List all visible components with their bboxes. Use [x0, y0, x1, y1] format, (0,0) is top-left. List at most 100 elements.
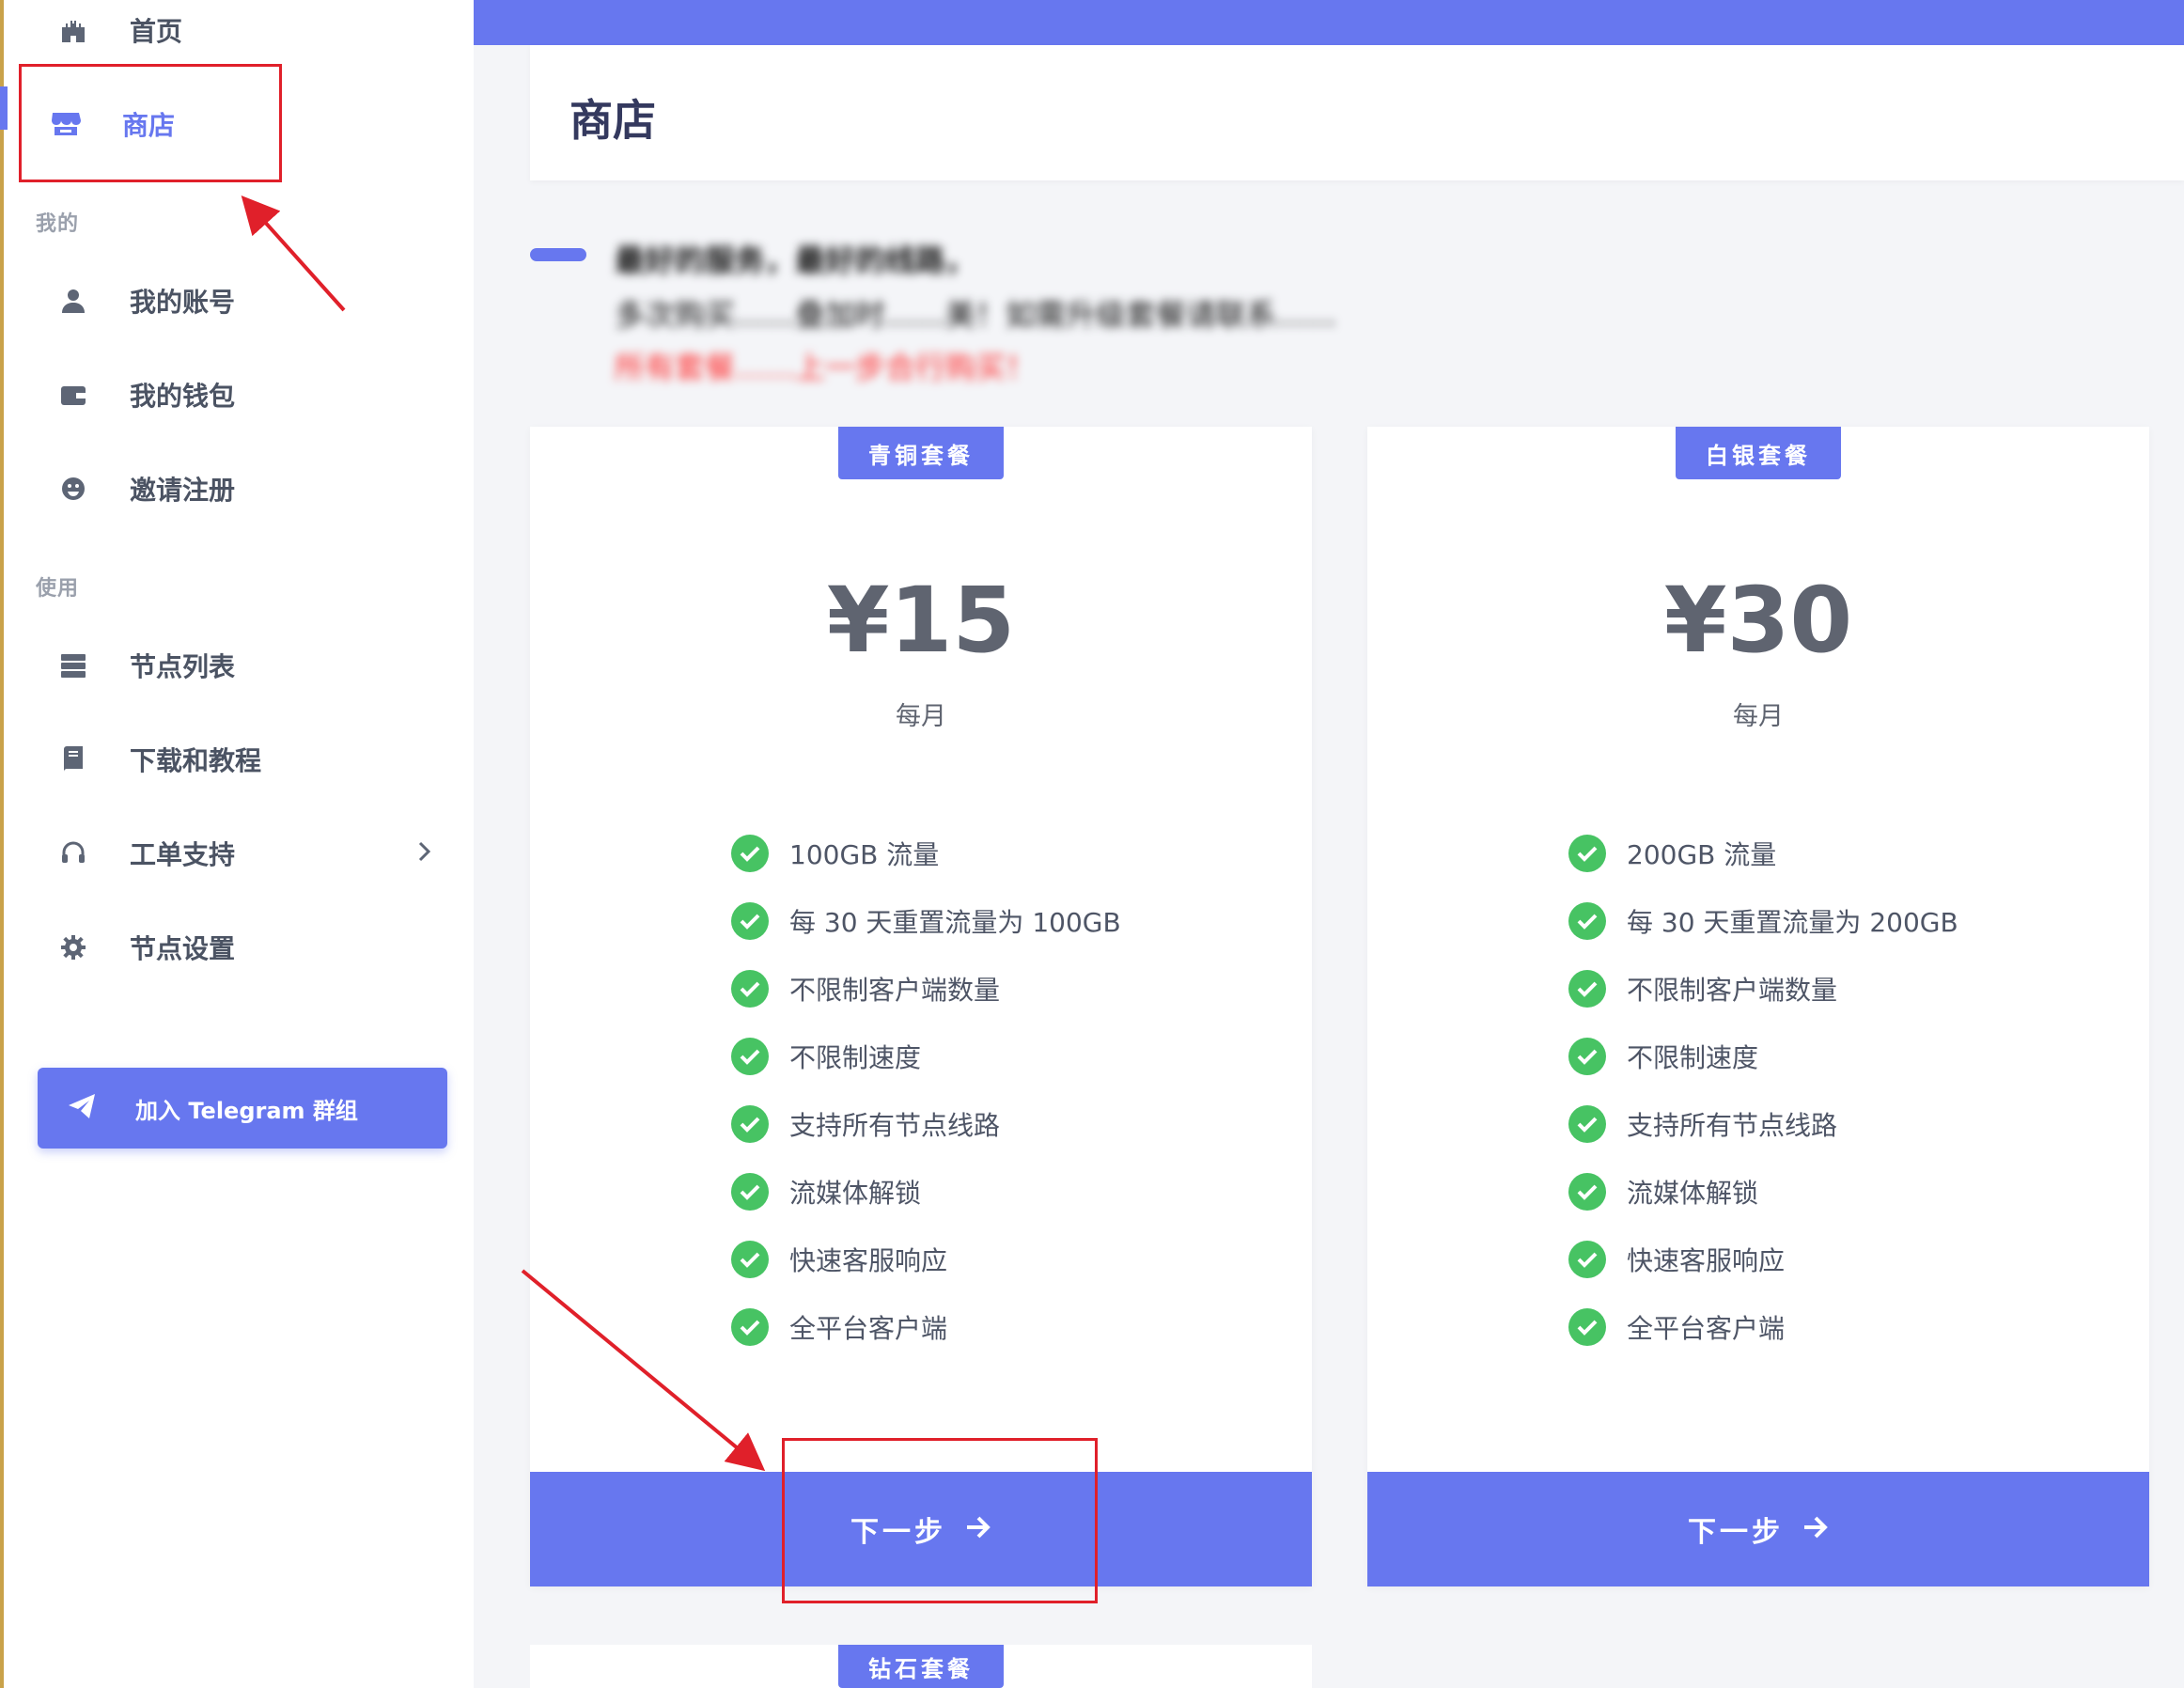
plan-period: 每月 — [1733, 702, 1784, 731]
feature-item: 流媒体解锁 — [731, 1158, 1121, 1226]
telegram-button-label: 加入 Telegram 群组 — [135, 1097, 358, 1124]
feature-item: 不限制速度 — [1568, 1023, 1958, 1090]
sidebar-item-home[interactable]: 首页 — [4, 0, 474, 68]
book-icon — [55, 741, 92, 778]
feature-item: 支持所有节点线路 — [1568, 1090, 1958, 1158]
feature-text: 100GB 流量 — [789, 839, 940, 870]
sidebar-item-wallet[interactable]: 我的钱包 — [4, 357, 474, 432]
plan-card-bronze: 青铜套餐 ¥15 每月 100GB 流量 每 30 天重置流量为 100GB 不… — [530, 427, 1312, 1586]
check-circle-icon — [731, 902, 769, 940]
plan-card-silver: 白银套餐 ¥30 每月 200GB 流量 每 30 天重置流量为 200GB 不… — [1367, 427, 2149, 1586]
check-circle-icon — [1568, 1173, 1606, 1211]
page-title: 商店 — [569, 95, 656, 146]
sidebar-item-label: 我的账号 — [130, 287, 236, 318]
check-circle-icon — [731, 1308, 769, 1346]
smile-icon — [55, 470, 92, 508]
feature-item: 全平台客户端 — [731, 1293, 1121, 1361]
check-circle-icon — [1568, 835, 1606, 872]
join-telegram-button[interactable]: 加入 Telegram 群组 — [38, 1068, 447, 1149]
feature-item: 流媒体解锁 — [1568, 1158, 1958, 1226]
sidebar-item-label: 下载和教程 — [130, 745, 262, 776]
sidebar-item-label: 节点列表 — [130, 651, 236, 682]
feature-text: 全平台客户端 — [1627, 1313, 1786, 1344]
check-circle-icon — [1568, 902, 1606, 940]
plan-badge: 钻石套餐 — [838, 1645, 1004, 1688]
feature-item: 200GB 流量 — [1568, 820, 1958, 887]
headset-icon — [55, 835, 92, 872]
gear-icon — [55, 929, 92, 966]
section-header: 商店 — [530, 45, 2184, 180]
annotation-box-shop — [19, 64, 282, 182]
plan-badge: 青铜套餐 — [838, 427, 1004, 479]
feature-text: 支持所有节点线路 — [789, 1110, 1001, 1141]
next-step-label: 下一步 — [1688, 1516, 1784, 1549]
notice-line-1: 最好的服务，最好的线路， — [615, 242, 976, 278]
feature-item: 支持所有节点线路 — [731, 1090, 1121, 1158]
sidebar-item-label: 工单支持 — [130, 839, 236, 870]
top-navbar — [474, 0, 2184, 45]
wallet-icon — [55, 376, 92, 414]
notice-accent-bar — [530, 248, 586, 261]
annotation-box-next — [782, 1438, 1098, 1603]
feature-text: 不限制客户端数量 — [789, 975, 1001, 1006]
sidebar-item-downloads[interactable]: 下载和教程 — [4, 722, 474, 797]
check-circle-icon — [731, 1038, 769, 1075]
feature-item: 不限制客户端数量 — [731, 955, 1121, 1023]
check-circle-icon — [731, 1241, 769, 1278]
check-circle-icon — [1568, 1038, 1606, 1075]
feature-item: 100GB 流量 — [731, 820, 1121, 887]
feature-text: 流媒体解锁 — [1627, 1178, 1759, 1209]
feature-text: 每 30 天重置流量为 100GB — [789, 907, 1121, 938]
check-circle-icon — [1568, 1105, 1606, 1143]
sidebar-item-node-settings[interactable]: 节点设置 — [4, 910, 474, 985]
plan-period: 每月 — [896, 702, 946, 731]
feature-item: 不限制速度 — [731, 1023, 1121, 1090]
feature-item: 快速客服响应 — [1568, 1226, 1958, 1293]
check-circle-icon — [731, 1173, 769, 1211]
check-circle-icon — [1568, 1308, 1606, 1346]
next-step-button[interactable]: 下一步 — [1367, 1472, 2149, 1586]
feature-text: 支持所有节点线路 — [1627, 1110, 1838, 1141]
feature-text: 流媒体解锁 — [789, 1178, 922, 1209]
feature-text: 不限制速度 — [1627, 1042, 1759, 1073]
feature-item: 快速客服响应 — [731, 1226, 1121, 1293]
feature-text: 不限制速度 — [789, 1042, 922, 1073]
feature-text: 全平台客户端 — [789, 1313, 948, 1344]
arrow-right-icon — [1802, 1515, 1829, 1543]
sidebar-item-invite[interactable]: 邀请注册 — [4, 451, 474, 526]
feature-text: 不限制客户端数量 — [1627, 975, 1838, 1006]
feature-item: 不限制客户端数量 — [1568, 955, 1958, 1023]
castle-icon — [55, 11, 92, 49]
feature-text: 快速客服响应 — [789, 1245, 948, 1276]
feature-item: 每 30 天重置流量为 100GB — [731, 887, 1121, 955]
paper-plane-icon — [68, 1093, 96, 1123]
check-circle-icon — [731, 1105, 769, 1143]
sidebar-item-label: 首页 — [130, 16, 183, 47]
feature-list: 200GB 流量 每 30 天重置流量为 200GB 不限制客户端数量 不限制速… — [1568, 820, 1958, 1361]
plan-card-diamond: 钻石套餐 — [530, 1645, 1312, 1688]
sidebar-item-label: 我的钱包 — [130, 381, 236, 412]
user-icon — [55, 282, 92, 320]
check-circle-icon — [1568, 1241, 1606, 1278]
plan-price: ¥30 — [1663, 568, 1853, 673]
feature-text: 每 30 天重置流量为 200GB — [1627, 907, 1958, 938]
feature-item: 每 30 天重置流量为 200GB — [1568, 887, 1958, 955]
server-icon — [55, 647, 92, 684]
sidebar-item-nodes[interactable]: 节点列表 — [4, 628, 474, 703]
sidebar-item-account[interactable]: 我的账号 — [4, 263, 474, 338]
section-heading-use: 使用 — [36, 577, 80, 601]
sidebar-item-label: 邀请注册 — [130, 475, 236, 506]
section-heading-mine: 我的 — [36, 212, 80, 236]
check-circle-icon — [731, 835, 769, 872]
plan-price: ¥15 — [826, 568, 1016, 673]
notice-line-2: 多次购买……叠加时……美！如需升级套餐请联系…… — [615, 297, 1337, 333]
feature-text: 200GB 流量 — [1627, 839, 1777, 870]
feature-item: 全平台客户端 — [1568, 1293, 1958, 1361]
sidebar-item-tickets[interactable]: 工单支持 — [4, 816, 474, 891]
feature-text: 快速客服响应 — [1627, 1245, 1786, 1276]
sidebar: 首页 商店 我的 我的账号 我的钱包 邀请注册 使用 节点列表 下载和教程 工单… — [0, 0, 474, 1688]
notice-line-3: 所有套餐……上一步合行购买！ — [615, 350, 1037, 385]
feature-list: 100GB 流量 每 30 天重置流量为 100GB 不限制客户端数量 不限制速… — [731, 820, 1121, 1361]
chevron-right-icon — [417, 840, 432, 867]
plan-badge: 白银套餐 — [1676, 427, 1841, 479]
